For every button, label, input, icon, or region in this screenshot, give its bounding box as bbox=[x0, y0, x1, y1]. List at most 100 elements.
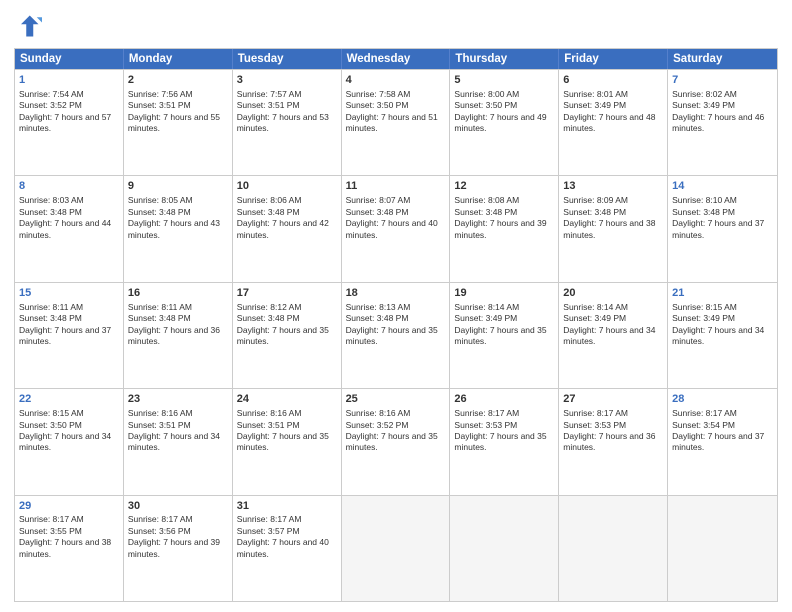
cal-cell-empty bbox=[342, 496, 451, 601]
daylight-23: Daylight: 7 hours and 34 minutes. bbox=[128, 431, 220, 452]
daylight-24: Daylight: 7 hours and 35 minutes. bbox=[237, 431, 329, 452]
day-number-13: 13 bbox=[563, 179, 663, 194]
sunset-17: Sunset: 3:48 PM bbox=[237, 313, 300, 323]
sunset-29: Sunset: 3:55 PM bbox=[19, 526, 82, 536]
daylight-8: Daylight: 7 hours and 44 minutes. bbox=[19, 218, 111, 239]
day-number-23: 23 bbox=[128, 392, 228, 407]
day-number-1: 1 bbox=[19, 73, 119, 88]
cal-header-monday: Monday bbox=[124, 49, 233, 69]
sunset-9: Sunset: 3:48 PM bbox=[128, 207, 191, 217]
cal-cell-21: 21Sunrise: 8:15 AMSunset: 3:49 PMDayligh… bbox=[668, 283, 777, 388]
sunrise-30: Sunrise: 8:17 AM bbox=[128, 514, 193, 524]
cal-cell-19: 19Sunrise: 8:14 AMSunset: 3:49 PMDayligh… bbox=[450, 283, 559, 388]
cal-week-2: 8Sunrise: 8:03 AMSunset: 3:48 PMDaylight… bbox=[15, 175, 777, 281]
cal-header-sunday: Sunday bbox=[15, 49, 124, 69]
sunrise-24: Sunrise: 8:16 AM bbox=[237, 408, 302, 418]
cal-cell-6: 6Sunrise: 8:01 AMSunset: 3:49 PMDaylight… bbox=[559, 70, 668, 175]
daylight-18: Daylight: 7 hours and 35 minutes. bbox=[346, 325, 438, 346]
cal-header-thursday: Thursday bbox=[450, 49, 559, 69]
cal-cell-10: 10Sunrise: 8:06 AMSunset: 3:48 PMDayligh… bbox=[233, 176, 342, 281]
cal-week-5: 29Sunrise: 8:17 AMSunset: 3:55 PMDayligh… bbox=[15, 495, 777, 601]
sunrise-2: Sunrise: 7:56 AM bbox=[128, 89, 193, 99]
daylight-12: Daylight: 7 hours and 39 minutes. bbox=[454, 218, 546, 239]
sunrise-12: Sunrise: 8:08 AM bbox=[454, 195, 519, 205]
sunrise-29: Sunrise: 8:17 AM bbox=[19, 514, 84, 524]
daylight-10: Daylight: 7 hours and 42 minutes. bbox=[237, 218, 329, 239]
daylight-31: Daylight: 7 hours and 40 minutes. bbox=[237, 537, 329, 558]
day-number-27: 27 bbox=[563, 392, 663, 407]
sunset-10: Sunset: 3:48 PM bbox=[237, 207, 300, 217]
daylight-22: Daylight: 7 hours and 34 minutes. bbox=[19, 431, 111, 452]
sunrise-20: Sunrise: 8:14 AM bbox=[563, 302, 628, 312]
calendar-body: 1Sunrise: 7:54 AMSunset: 3:52 PMDaylight… bbox=[15, 69, 777, 601]
cal-cell-7: 7Sunrise: 8:02 AMSunset: 3:49 PMDaylight… bbox=[668, 70, 777, 175]
day-number-11: 11 bbox=[346, 179, 446, 194]
day-number-25: 25 bbox=[346, 392, 446, 407]
sunset-4: Sunset: 3:50 PM bbox=[346, 100, 409, 110]
day-number-22: 22 bbox=[19, 392, 119, 407]
daylight-27: Daylight: 7 hours and 36 minutes. bbox=[563, 431, 655, 452]
daylight-19: Daylight: 7 hours and 35 minutes. bbox=[454, 325, 546, 346]
sunrise-6: Sunrise: 8:01 AM bbox=[563, 89, 628, 99]
sunset-12: Sunset: 3:48 PM bbox=[454, 207, 517, 217]
cal-cell-11: 11Sunrise: 8:07 AMSunset: 3:48 PMDayligh… bbox=[342, 176, 451, 281]
cal-header-saturday: Saturday bbox=[668, 49, 777, 69]
sunrise-14: Sunrise: 8:10 AM bbox=[672, 195, 737, 205]
sunrise-28: Sunrise: 8:17 AM bbox=[672, 408, 737, 418]
daylight-17: Daylight: 7 hours and 35 minutes. bbox=[237, 325, 329, 346]
day-number-5: 5 bbox=[454, 73, 554, 88]
sunrise-22: Sunrise: 8:15 AM bbox=[19, 408, 84, 418]
cal-cell-2: 2Sunrise: 7:56 AMSunset: 3:51 PMDaylight… bbox=[124, 70, 233, 175]
sunrise-18: Sunrise: 8:13 AM bbox=[346, 302, 411, 312]
sunset-13: Sunset: 3:48 PM bbox=[563, 207, 626, 217]
daylight-5: Daylight: 7 hours and 49 minutes. bbox=[454, 112, 546, 133]
header bbox=[14, 12, 778, 40]
cal-week-1: 1Sunrise: 7:54 AMSunset: 3:52 PMDaylight… bbox=[15, 69, 777, 175]
daylight-26: Daylight: 7 hours and 35 minutes. bbox=[454, 431, 546, 452]
daylight-29: Daylight: 7 hours and 38 minutes. bbox=[19, 537, 111, 558]
sunrise-31: Sunrise: 8:17 AM bbox=[237, 514, 302, 524]
sunset-25: Sunset: 3:52 PM bbox=[346, 420, 409, 430]
daylight-9: Daylight: 7 hours and 43 minutes. bbox=[128, 218, 220, 239]
sunrise-15: Sunrise: 8:11 AM bbox=[19, 302, 83, 312]
daylight-2: Daylight: 7 hours and 55 minutes. bbox=[128, 112, 220, 133]
daylight-13: Daylight: 7 hours and 38 minutes. bbox=[563, 218, 655, 239]
sunset-5: Sunset: 3:50 PM bbox=[454, 100, 517, 110]
daylight-16: Daylight: 7 hours and 36 minutes. bbox=[128, 325, 220, 346]
sunrise-16: Sunrise: 8:11 AM bbox=[128, 302, 192, 312]
day-number-14: 14 bbox=[672, 179, 773, 194]
day-number-15: 15 bbox=[19, 286, 119, 301]
day-number-4: 4 bbox=[346, 73, 446, 88]
sunrise-3: Sunrise: 7:57 AM bbox=[237, 89, 302, 99]
day-number-21: 21 bbox=[672, 286, 773, 301]
day-number-10: 10 bbox=[237, 179, 337, 194]
cal-cell-9: 9Sunrise: 8:05 AMSunset: 3:48 PMDaylight… bbox=[124, 176, 233, 281]
cal-cell-empty bbox=[668, 496, 777, 601]
day-number-18: 18 bbox=[346, 286, 446, 301]
cal-cell-1: 1Sunrise: 7:54 AMSunset: 3:52 PMDaylight… bbox=[15, 70, 124, 175]
page: SundayMondayTuesdayWednesdayThursdayFrid… bbox=[0, 0, 792, 612]
cal-header-tuesday: Tuesday bbox=[233, 49, 342, 69]
logo bbox=[14, 12, 46, 40]
cal-cell-empty bbox=[450, 496, 559, 601]
cal-cell-27: 27Sunrise: 8:17 AMSunset: 3:53 PMDayligh… bbox=[559, 389, 668, 494]
day-number-20: 20 bbox=[563, 286, 663, 301]
day-number-8: 8 bbox=[19, 179, 119, 194]
sunset-14: Sunset: 3:48 PM bbox=[672, 207, 735, 217]
daylight-25: Daylight: 7 hours and 35 minutes. bbox=[346, 431, 438, 452]
sunrise-19: Sunrise: 8:14 AM bbox=[454, 302, 519, 312]
cal-cell-22: 22Sunrise: 8:15 AMSunset: 3:50 PMDayligh… bbox=[15, 389, 124, 494]
cal-week-4: 22Sunrise: 8:15 AMSunset: 3:50 PMDayligh… bbox=[15, 388, 777, 494]
sunrise-4: Sunrise: 7:58 AM bbox=[346, 89, 411, 99]
daylight-4: Daylight: 7 hours and 51 minutes. bbox=[346, 112, 438, 133]
calendar-header: SundayMondayTuesdayWednesdayThursdayFrid… bbox=[15, 49, 777, 69]
sunset-2: Sunset: 3:51 PM bbox=[128, 100, 191, 110]
day-number-6: 6 bbox=[563, 73, 663, 88]
sunset-24: Sunset: 3:51 PM bbox=[237, 420, 300, 430]
cal-cell-5: 5Sunrise: 8:00 AMSunset: 3:50 PM Daylight… bbox=[450, 70, 559, 175]
sunrise-5: Sunrise: 8:00 AM bbox=[454, 89, 519, 99]
cal-cell-31: 31Sunrise: 8:17 AMSunset: 3:57 PMDayligh… bbox=[233, 496, 342, 601]
cal-cell-13: 13Sunrise: 8:09 AMSunset: 3:48 PMDayligh… bbox=[559, 176, 668, 281]
sunset-8: Sunset: 3:48 PM bbox=[19, 207, 82, 217]
sunset-21: Sunset: 3:49 PM bbox=[672, 313, 735, 323]
